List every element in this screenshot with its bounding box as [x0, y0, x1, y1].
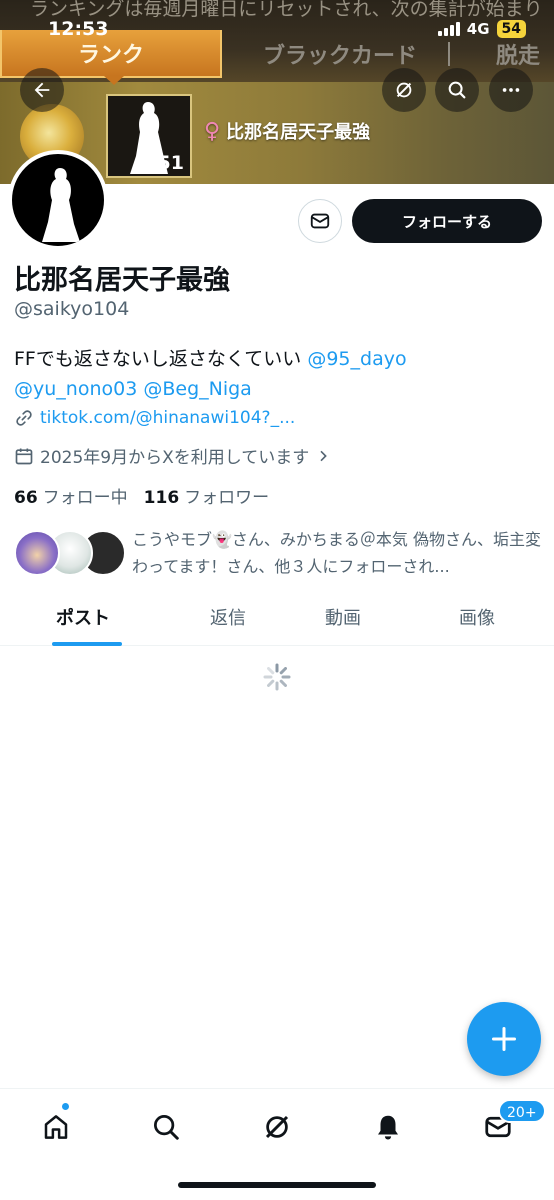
username-handle: @saikyo104 — [14, 298, 130, 320]
banner-tab-separator — [448, 42, 450, 66]
banner-tab-arrow — [104, 76, 124, 85]
grok-icon — [265, 1115, 289, 1139]
join-date[interactable]: 2025年9月からXを利用しています — [14, 443, 331, 468]
following-label: フォロー中 — [42, 488, 128, 508]
home-indicator — [178, 1182, 376, 1188]
nav-notifications[interactable] — [368, 1107, 408, 1147]
bio-text: FFでも返さないし返さなくていい — [14, 348, 308, 370]
character-number: 51 — [157, 152, 184, 174]
join-date-text: 2025年9月からXを利用しています — [40, 448, 310, 468]
home-notification-dot — [61, 1102, 70, 1111]
search-icon — [154, 1115, 179, 1140]
arrow-left-icon — [34, 82, 50, 98]
tab-replies[interactable]: 返信 — [210, 604, 246, 630]
banner-character-name-text: 比那名居天子最強 — [226, 122, 371, 143]
followed-by-text[interactable]: こうやモブ👻さん、みかちまる＠本気 偽物さん、垢主変わってます！さん、他３人にフ… — [132, 526, 542, 580]
nav-grok[interactable] — [257, 1107, 297, 1147]
search-button[interactable] — [435, 68, 479, 112]
active-tab-indicator — [52, 642, 122, 646]
home-icon — [44, 1115, 68, 1139]
followers-label: フォロワー — [184, 488, 270, 508]
followers-count: 116 — [143, 488, 180, 508]
grok-icon — [396, 82, 412, 98]
banner-character-name: ♀ 比那名居天子最強 — [204, 118, 370, 144]
grok-button[interactable] — [382, 68, 426, 112]
search-icon — [448, 81, 466, 99]
battery-indicator: 54 — [496, 20, 526, 38]
avatar-silhouette-icon — [42, 168, 80, 242]
envelope-icon — [310, 213, 330, 229]
bell-icon — [378, 1115, 398, 1140]
followers-you-know-avatars[interactable] — [14, 530, 126, 578]
profile-website[interactable]: tiktok.com/@hinanawi104?_... — [14, 408, 295, 428]
female-symbol-icon: ♀ — [204, 118, 221, 144]
avatar[interactable] — [8, 150, 108, 250]
profile-website-text[interactable]: tiktok.com/@hinanawi104?_... — [40, 408, 295, 428]
plus-icon — [491, 1026, 517, 1052]
message-button[interactable] — [298, 199, 342, 243]
tab-posts[interactable]: ポスト — [56, 604, 110, 630]
bio: FFでも返さないし返さなくていい @95_dayo @yu_nono03 @Be… — [14, 344, 534, 404]
loading-spinner-icon — [263, 663, 291, 691]
bio-mention-link[interactable]: @95_dayo — [307, 348, 406, 370]
status-indicators: 4G 54 — [437, 20, 526, 38]
calendar-icon — [15, 448, 33, 464]
network-type: 4G — [466, 20, 490, 38]
nav-search[interactable] — [146, 1107, 186, 1147]
tab-videos[interactable]: 動画 — [325, 604, 361, 630]
display-name: 比那名居天子最強 — [14, 265, 230, 296]
compose-post-button[interactable] — [467, 1002, 541, 1076]
profile-tabs: ポスト 返信 動画 画像 — [0, 590, 554, 646]
follow-counts: 66 フォロー中 116 フォロワー — [14, 483, 269, 508]
more-horizontal-icon — [502, 88, 520, 92]
back-button[interactable] — [20, 68, 64, 112]
follower-avatar — [14, 530, 60, 576]
link-icon — [16, 410, 32, 426]
banner-ticker-text: ランキングは毎週月曜日にリセットされ、次の集計が始まり — [30, 0, 543, 20]
bio-mention-link[interactable]: @Beg_Niga — [143, 378, 251, 400]
followers-count-link[interactable]: 116 フォロワー — [144, 483, 270, 508]
tab-images[interactable]: 画像 — [459, 604, 495, 630]
status-time: 12:53 — [48, 18, 109, 40]
bio-mention-link[interactable]: @yu_nono03 — [14, 378, 137, 400]
following-count: 66 — [14, 488, 38, 508]
following-count-link[interactable]: 66 フォロー中 — [14, 483, 128, 508]
messages-badge: 20+ — [498, 1099, 546, 1123]
nav-home[interactable] — [36, 1107, 76, 1147]
more-button[interactable] — [489, 68, 533, 112]
chevron-right-icon — [320, 450, 328, 461]
follow-button[interactable]: フォローする — [352, 199, 542, 243]
signal-icon — [437, 22, 460, 36]
character-card: 51 — [106, 94, 192, 178]
banner-game-header: ランキングは毎週月曜日にリセットされ、次の集計が始まり ランク ブラックカード … — [0, 0, 554, 85]
